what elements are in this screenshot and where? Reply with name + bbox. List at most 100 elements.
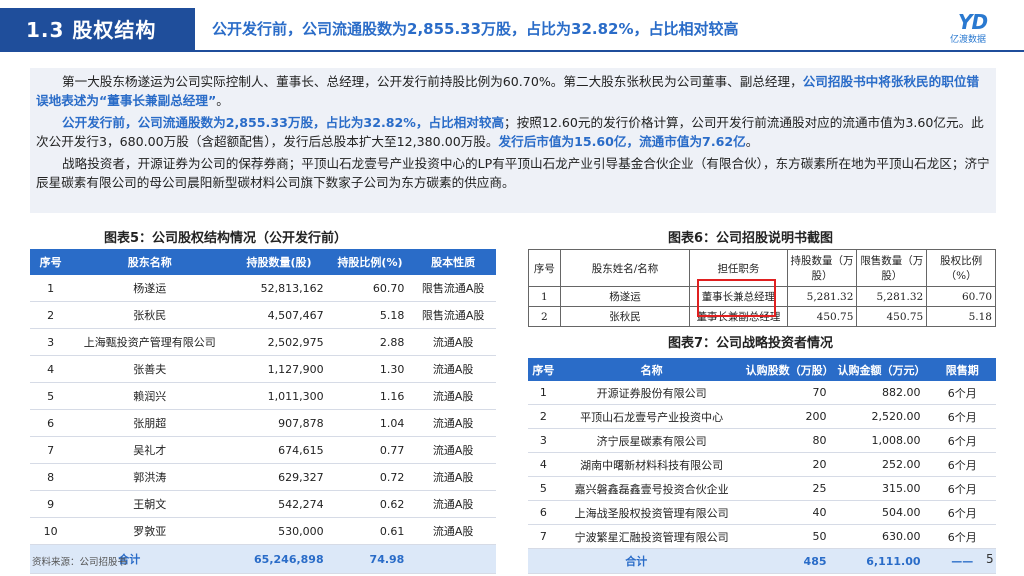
table-cell: 6 — [30, 409, 72, 437]
page-title: 公开发行前，公司流通股数为2,855.33万股，占比为32.82%，占比相对较高 — [212, 20, 739, 38]
col-header: 股东姓名/名称 — [559, 249, 691, 287]
table-cell: 25 — [744, 476, 835, 501]
table-cell: 张朋超 — [71, 409, 229, 437]
table-cell: 1.30 — [329, 355, 411, 383]
table-row: 6 上海战圣股权投资管理有限公司 40 504.00 6个月 — [528, 500, 996, 525]
table-cell: 张秋民 — [71, 301, 229, 329]
table-cell: 0.77 — [329, 436, 411, 464]
total-amount: 6,111.00 — [834, 548, 929, 574]
table-cell: 上海甄投资产管理有限公司 — [71, 328, 229, 356]
col-header: 股东名称 — [71, 249, 229, 275]
table-cell: 1,127,900 — [228, 355, 330, 383]
table-cell: 2.88 — [329, 328, 411, 356]
shareholder-table: 序号 股东名称 持股数量(股) 持股比例(%) 股本性质 1 杨遂运 52,813,… — [30, 249, 496, 574]
table-cell: 张善夫 — [71, 355, 229, 383]
table-cell: 630.00 — [834, 524, 929, 549]
table-cell: 542,274 — [228, 490, 330, 518]
table-cell: 1,011,300 — [228, 382, 330, 410]
table-cell: 4,507,467 — [228, 301, 330, 329]
table-cell: 1 — [528, 381, 559, 405]
table-cell: 5.18 — [329, 301, 411, 329]
header-divider — [195, 50, 1024, 52]
table-row: 1 开源证券股份有限公司 70 882.00 6个月 — [528, 381, 996, 405]
p2-highlight: 公开发行前，公司流通股数为2,855.33万股，占比为32.82%，占比相对较高 — [62, 115, 505, 130]
table-row: 6 张朋超 907,878 1.04 流通A股 — [30, 409, 496, 437]
table-cell: 315.00 — [834, 476, 929, 501]
table-cell: 252.00 — [834, 452, 929, 477]
table-cell: 907,878 — [228, 409, 330, 437]
table-cell: 杨遂运 — [71, 275, 229, 302]
table-cell: 629,327 — [228, 463, 330, 491]
table-cell: 8 — [30, 463, 72, 491]
table-cell: 6个月 — [928, 428, 996, 453]
table-cell: 50 — [744, 524, 835, 549]
table-cell: 流通A股 — [410, 436, 496, 464]
table-row: 9 王朝文 542,274 0.62 流通A股 — [30, 490, 496, 518]
table-cell: 6个月 — [928, 476, 996, 501]
table-cell: 3 — [30, 328, 72, 356]
col-header: 认购金额（万元） — [834, 358, 929, 381]
table-row: 7 宁波繁星汇融投资管理有限公司 50 630.00 6个月 — [528, 524, 996, 549]
table-cell: 杨遂运 — [559, 286, 691, 307]
table-cell: 9 — [30, 490, 72, 518]
table-cell: 流通A股 — [410, 490, 496, 518]
table-cell: 济宁辰星碳素有限公司 — [558, 428, 745, 453]
table-cell: 6个月 — [928, 500, 996, 525]
table-cell: 6 — [528, 500, 559, 525]
table-cell: 60.70 — [329, 275, 411, 302]
col-header: 名称 — [558, 358, 745, 381]
table-row: 2 张秋民 4,507,467 5.18 限售流通A股 — [30, 301, 496, 329]
table-cell: 40 — [744, 500, 835, 525]
table-cell: 882.00 — [834, 381, 929, 405]
strategic-investor-table: 序号 名称 认购股数（万股） 认购金额（万元） 限售期 1 开源证券股份有限公司 7… — [528, 358, 996, 574]
p1-text: 第一大股东杨遂运为公司实际控制人、董事长、总经理，公开发行前持股比例为60.70… — [62, 74, 803, 89]
table-cell: 罗敦亚 — [71, 517, 229, 545]
table-cell: 赖润兴 — [71, 382, 229, 410]
paragraph-shareholders: 第一大股东杨遂运为公司实际控制人、董事长、总经理，公开发行前持股比例为60.70… — [36, 72, 990, 110]
table-cell: 张秋民 — [559, 306, 691, 327]
table-cell: 200 — [744, 404, 835, 429]
table-header-row: 序号 股东名称 持股数量(股) 持股比例(%) 股本性质 — [30, 249, 496, 275]
col-header: 股本性质 — [410, 249, 496, 275]
paragraph-investors: 战略投资者，开源证券为公司的保荐券商；平顶山石龙壹号产业投资中心的LP有平顶山石… — [36, 156, 990, 190]
logo-icon: YD — [958, 10, 988, 34]
table-cell: 6个月 — [928, 452, 996, 477]
total-shares: 485 — [744, 548, 835, 574]
paragraph-float: 公开发行前，公司流通股数为2,855.33万股，占比为32.82%，占比相对较高… — [36, 113, 990, 151]
table-row: 4 张善夫 1,127,900 1.30 流通A股 — [30, 355, 496, 383]
table-cell: 6个月 — [928, 404, 996, 429]
table6-caption: 图表6：公司招股说明书截图 — [668, 231, 834, 246]
table-cell: 限售流通A股 — [410, 301, 496, 329]
col-header: 认购股数（万股） — [744, 358, 835, 381]
table-cell: 5,281.32 — [856, 286, 928, 307]
table-cell: 上海战圣股权投资管理有限公司 — [558, 500, 745, 525]
table-cell: 0.61 — [329, 517, 411, 545]
table-cell: 郭洪涛 — [71, 463, 229, 491]
table-cell: 王朝文 — [71, 490, 229, 518]
table-cell: 2,502,975 — [228, 328, 330, 356]
col-header: 序号 — [528, 358, 559, 381]
col-header: 持股数量(股) — [228, 249, 330, 275]
table-cell: 6个月 — [928, 381, 996, 405]
table-cell: 504.00 — [834, 500, 929, 525]
table-cell: 1 — [30, 275, 72, 302]
table-cell: 80 — [744, 428, 835, 453]
table-cell: 2,520.00 — [834, 404, 929, 429]
table-cell: 吴礼才 — [71, 436, 229, 464]
table-row: 7 吴礼才 674,615 0.77 流通A股 — [30, 436, 496, 464]
table-cell: 3 — [528, 428, 559, 453]
p2-highlight-2: 发行后市值为15.60亿，流通市值为7.62亿 — [498, 134, 746, 149]
table-cell: 流通A股 — [410, 409, 496, 437]
table-cell: 20 — [744, 452, 835, 477]
table-cell: 2 — [528, 404, 559, 429]
table-cell: 450.75 — [856, 306, 928, 327]
col-header: 限售期 — [928, 358, 996, 381]
table-cell: 60.70 — [926, 286, 996, 307]
page-number: 5 — [986, 552, 994, 566]
col-header: 序号 — [30, 249, 72, 275]
table-cell: 1.04 — [329, 409, 411, 437]
table-cell: 流通A股 — [410, 328, 496, 356]
table5-caption: 图表5：公司股权结构情况（公开发行前） — [104, 231, 348, 246]
source-note: 资料来源：公司招股书 — [32, 557, 128, 568]
section-title: 1.3 股权结构 — [0, 8, 195, 52]
